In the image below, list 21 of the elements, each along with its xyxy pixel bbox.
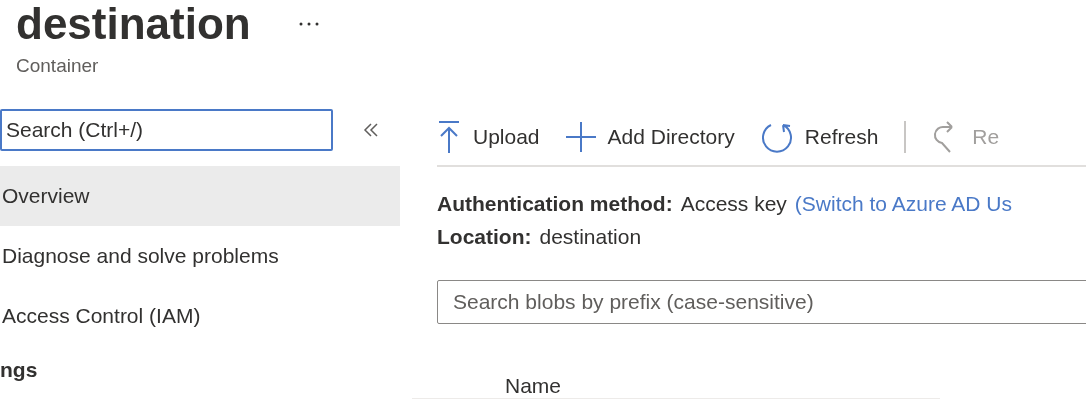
sidebar-item[interactable]: Access Control (IAM) xyxy=(0,285,400,346)
switch-auth-link[interactable]: (Switch to Azure AD Us xyxy=(794,186,1012,220)
page-subtitle: Container xyxy=(16,54,100,78)
sidebar-section-heading: ngs xyxy=(0,356,39,383)
sidebar-item[interactable]: Diagnose and solve problems xyxy=(0,225,400,286)
field-value: Access key xyxy=(680,190,787,217)
plus-icon xyxy=(565,121,596,152)
blob-search-field[interactable]: Search blobs by prefix (case-sensitive) xyxy=(437,279,1086,324)
search-field[interactable]: Search (Ctrl+/) xyxy=(0,108,333,151)
column-header: Name xyxy=(505,373,562,398)
sidebar-item[interactable]: Overview xyxy=(0,165,400,226)
upload-icon xyxy=(437,119,461,154)
page-title: destination xyxy=(16,0,251,48)
collapse-icon xyxy=(363,122,379,137)
field-label: Authentication method: xyxy=(437,190,673,217)
field-value: destination xyxy=(539,223,642,250)
more-icon xyxy=(298,22,319,26)
add-directory-button[interactable]: Add Directory xyxy=(565,120,735,153)
upload-button[interactable]: Upload xyxy=(437,119,540,154)
refresh-button[interactable]: Refresh xyxy=(760,120,879,153)
field-label: Location: xyxy=(437,223,532,250)
